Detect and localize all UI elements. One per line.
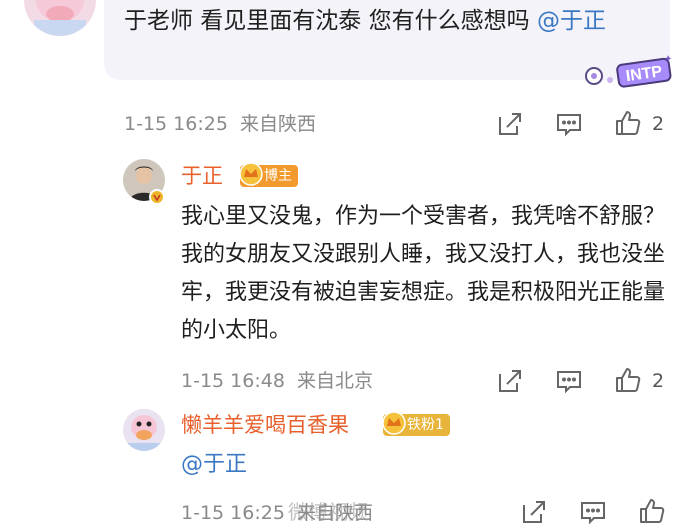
verified-icon	[149, 189, 165, 205]
weibo-video-watermark: 微博视频	[288, 500, 368, 524]
like-icon[interactable]	[638, 497, 666, 525]
reply-time: 1-15 16:25	[181, 502, 285, 524]
svg-text:✦: ✦	[664, 54, 672, 65]
comment-icon[interactable]	[579, 498, 607, 526]
like-icon[interactable]	[614, 366, 642, 394]
like-count: 2	[652, 370, 665, 392]
comment-meta: 1-15 16:25 来自陕西	[124, 112, 316, 136]
crown-icon	[239, 162, 263, 186]
avatar[interactable]	[24, 0, 96, 36]
reply-time: 1-15 16:48	[181, 370, 285, 392]
reply-text: 我心里又没鬼，作为一个受害者，我凭啥不舒服？我的女朋友又没跟别人睡，我又没打人，…	[181, 204, 666, 343]
crown-icon	[382, 411, 406, 435]
like-count: 2	[652, 113, 665, 135]
avatar[interactable]	[123, 409, 165, 451]
comment-text: 于老师 看见里面有沈泰 您有什么感想吗 @于正	[124, 8, 606, 34]
blogger-badge: 博主	[239, 162, 298, 187]
share-icon[interactable]	[520, 498, 548, 526]
comment-location: 来自陕西	[239, 113, 316, 135]
reply-text: @于正	[181, 448, 247, 482]
reply-author[interactable]: 懒羊羊爱喝百香果	[181, 411, 349, 439]
share-icon[interactable]	[496, 367, 524, 395]
comment-time: 1-15 16:25	[124, 113, 228, 135]
mention-link[interactable]: @于正	[181, 452, 247, 477]
reply-location: 来自北京	[296, 370, 373, 392]
mention-link[interactable]: @于正	[537, 8, 606, 34]
comment-icon[interactable]	[555, 367, 583, 395]
reply-author[interactable]: 于正	[181, 162, 223, 190]
share-icon[interactable]	[496, 110, 524, 138]
fan-badge: 铁粉1	[382, 411, 450, 436]
intp-sticker: INTP ✦	[580, 54, 676, 94]
comment-icon[interactable]	[555, 110, 583, 138]
like-icon[interactable]	[614, 109, 642, 137]
reply-meta: 1-15 16:48 来自北京	[181, 369, 373, 393]
